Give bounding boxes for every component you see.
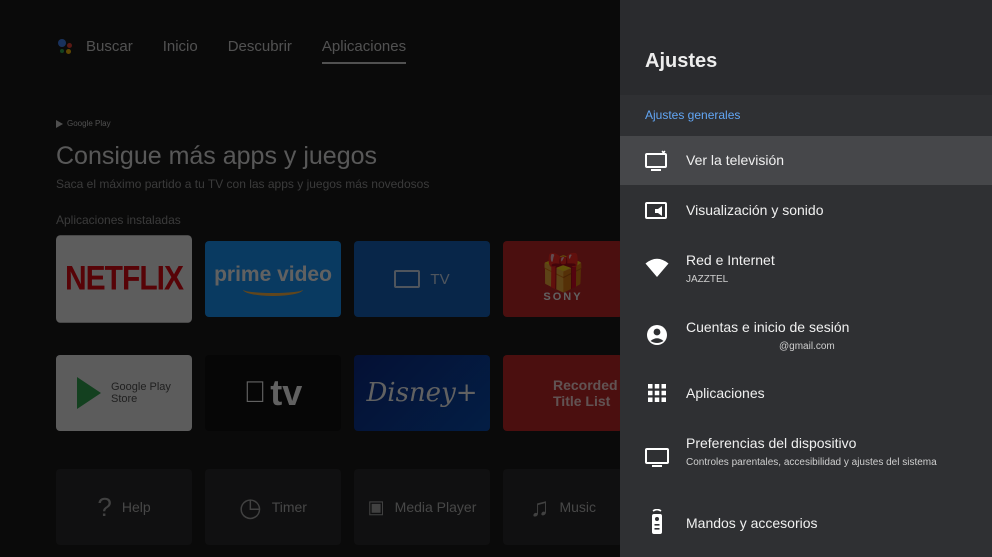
app-tile-recorded-title-list[interactable]: Recorded Title List	[503, 355, 623, 431]
help-label: Help	[121, 499, 151, 515]
play-store-label: Google Play Store	[111, 381, 171, 405]
app-tile-disney-plus[interactable]: Disney+	[354, 355, 490, 431]
app-tile-play-store[interactable]: Google Play Store	[56, 355, 192, 431]
nav-search[interactable]: Buscar	[86, 38, 133, 55]
settings-item-display-sound[interactable]: Visualización y sonido	[620, 186, 992, 235]
tv-tile-label: TV	[430, 270, 450, 288]
sony-logo: SONY	[543, 291, 583, 303]
app-tile-help[interactable]: ? Help	[56, 469, 192, 545]
app-tile-netflix[interactable]: NETFLIX	[56, 235, 192, 323]
settings-item-sub: JAZZTEL	[686, 274, 729, 285]
live-tv-icon	[644, 148, 670, 174]
promo-headline: Consigue más apps y juegos	[56, 142, 378, 170]
display-sound-icon	[644, 198, 670, 224]
account-icon	[644, 322, 670, 348]
gift-icon: 🎁	[540, 252, 586, 293]
music-label: Music	[559, 499, 597, 515]
settings-item-network[interactable]: Red e Internet JAZZTEL	[620, 243, 992, 295]
settings-item-remotes[interactable]: Mandos y accesorios	[620, 500, 992, 546]
settings-panel: Ajustes Ajustes generales Ver la televis…	[620, 0, 992, 557]
app-tile-prime-video[interactable]: prime video	[205, 241, 341, 317]
google-play-label: Google Play	[56, 119, 111, 128]
settings-item-label: Preferencias del dispositivo	[686, 435, 857, 451]
apple-icon: 	[244, 376, 267, 410]
settings-item-label: Ver la televisión	[686, 152, 785, 168]
settings-item-sub: Controles parentales, accesibilidad y aj…	[686, 457, 937, 468]
play-store-icon	[77, 377, 101, 409]
app-tile-tv[interactable]: TV	[354, 241, 490, 317]
media-player-label: Media Player	[394, 499, 477, 515]
app-tile-media-player[interactable]: ▣ Media Player	[354, 469, 490, 545]
music-icon: ♫	[529, 491, 550, 522]
help-icon: ?	[97, 491, 112, 522]
tv-icon	[644, 444, 670, 470]
tv-icon	[394, 270, 421, 288]
settings-title: Ajustes	[645, 50, 718, 72]
promo-subtitle: Saca el máximo partido a tu TV con las a…	[56, 177, 430, 191]
timer-label: Timer	[271, 499, 307, 515]
nav-home[interactable]: Inicio	[163, 38, 198, 55]
app-tile-timer[interactable]: ◷ Timer	[205, 469, 341, 545]
apple-tv-label: tv	[258, 372, 302, 413]
recorded-label: Recorded Title List	[553, 377, 618, 409]
settings-item-label: Red e Internet	[686, 252, 775, 268]
settings-item-label: Visualización y sonido	[686, 202, 824, 218]
disney-logo: Disney+	[366, 378, 478, 408]
google-play-icon	[56, 119, 63, 128]
app-tile-music[interactable]: ♫ Music	[503, 469, 623, 545]
nav-discover[interactable]: Descubrir	[228, 38, 292, 55]
prime-smile-icon	[243, 283, 303, 296]
section-title: Aplicaciones instaladas	[56, 213, 181, 227]
settings-item-device-preferences[interactable]: Preferencias del dispositivo Controles p…	[620, 426, 992, 492]
settings-header: Ajustes	[620, 0, 992, 95]
settings-item-label: Cuentas e inicio de sesión	[686, 319, 850, 335]
settings-item-live-tv[interactable]: Ver la televisión	[620, 136, 992, 185]
google-play-text: Google Play	[67, 119, 111, 128]
settings-item-accounts[interactable]: Cuentas e inicio de sesión @gmail.com	[620, 310, 992, 362]
app-tile-sony[interactable]: 🎁 SONY	[503, 241, 623, 317]
nav-apps[interactable]: Aplicaciones	[321, 38, 407, 64]
netflix-logo: NETFLIX	[65, 259, 184, 298]
settings-item-apps[interactable]: Aplicaciones	[620, 370, 992, 416]
remote-icon	[644, 509, 670, 535]
timer-icon: ◷	[239, 491, 262, 522]
settings-item-label: Aplicaciones	[686, 385, 765, 401]
apps-grid-icon	[644, 380, 670, 406]
wifi-icon	[644, 255, 670, 281]
app-tile-apple-tv[interactable]: tv	[205, 355, 341, 431]
media-player-icon: ▣	[367, 496, 385, 517]
settings-category: Ajustes generales	[645, 108, 741, 122]
settings-item-sub: @gmail.com	[779, 341, 835, 352]
google-assistant-icon[interactable]	[56, 37, 74, 55]
top-nav: Buscar Inicio Descubrir Aplicaciones	[56, 34, 436, 64]
settings-item-label: Mandos y accesorios	[686, 515, 818, 531]
